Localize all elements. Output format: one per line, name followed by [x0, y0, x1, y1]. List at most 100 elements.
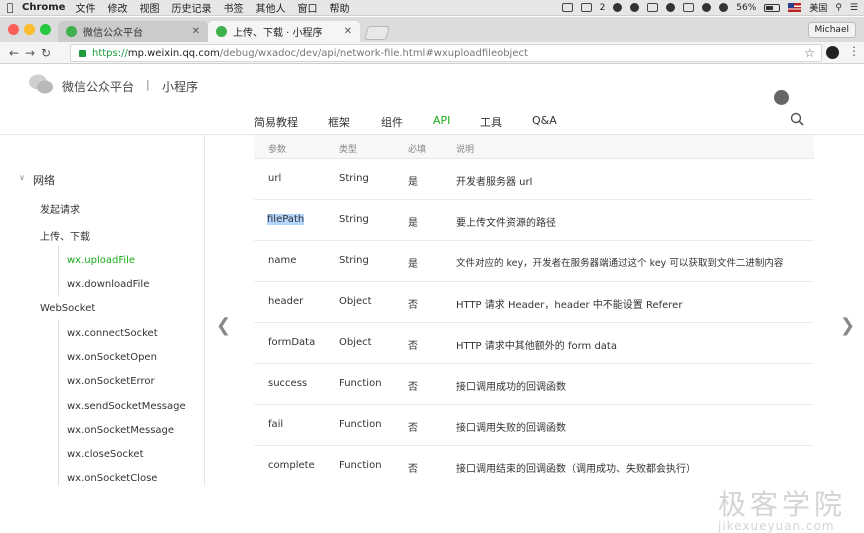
menu-view[interactable]: 视图: [139, 0, 159, 15]
table-row: filePath String 是 要上传文件资源的路径: [254, 201, 814, 241]
sidebar-item-upload-download[interactable]: 上传、下载: [40, 228, 90, 243]
sidebar-section-network[interactable]: 网络: [33, 172, 55, 188]
cell-param-selected[interactable]: filePath: [267, 214, 305, 225]
mac-menubar:  Chrome 文件 修改 视图 历史记录 书签 其他人 窗口 帮助 2 56…: [0, 0, 864, 16]
nav-tutorial[interactable]: 简易教程: [254, 114, 298, 130]
close-window-button[interactable]: [8, 24, 19, 35]
next-page-arrow-icon[interactable]: ❯: [840, 315, 855, 336]
wifi-icon[interactable]: [719, 3, 729, 12]
zoom-window-button[interactable]: [40, 24, 51, 35]
sidebar-item-onsocketclose[interactable]: wx.onSocketClose: [67, 473, 157, 484]
table-header: 参数 类型 必填 说明: [254, 135, 814, 159]
input-source[interactable]: 美国: [809, 1, 827, 14]
cell-required: 否: [408, 423, 418, 434]
platform-logo-text[interactable]: 微信公众平台: [62, 78, 134, 95]
cell-type: Function: [339, 378, 382, 389]
chrome-menu-icon[interactable]: ⋮: [848, 44, 860, 58]
sidebar-item-onsocketerror[interactable]: wx.onSocketError: [67, 376, 155, 387]
reload-icon[interactable]: ↻: [38, 46, 54, 60]
sidebar-item-connectsocket[interactable]: wx.connectSocket: [67, 328, 158, 339]
header-param: 参数: [268, 145, 287, 155]
menu-people[interactable]: 其他人: [255, 0, 285, 15]
screen-icon[interactable]: [561, 3, 573, 12]
tab-weixin-platform[interactable]: 微信公众平台 ✕: [58, 21, 208, 42]
new-tab-button[interactable]: [364, 26, 390, 40]
sidebar-item-websocket[interactable]: WebSocket: [40, 303, 95, 314]
url-path: /debug/wxadoc/dev/api/network-file.html#…: [219, 47, 528, 59]
adobe-icon[interactable]: [580, 3, 592, 12]
cell-param: name: [268, 255, 297, 266]
address-bar[interactable]: https:// mp.weixin.qq.com /debug/wxadoc/…: [70, 44, 822, 62]
cell-type: Function: [339, 460, 382, 471]
menu-help[interactable]: 帮助: [329, 0, 349, 15]
cell-type: String: [339, 255, 369, 266]
table-row: success Function 否 接口调用成功的回调函数: [254, 365, 814, 405]
menu-bookmarks[interactable]: 书签: [223, 0, 243, 15]
sidebar-item-onsocketmessage[interactable]: wx.onSocketMessage: [67, 425, 174, 436]
notification-count: 2: [599, 2, 606, 13]
close-tab-icon[interactable]: ✕: [192, 26, 200, 37]
cell-desc: 开发者服务器 url: [456, 177, 533, 188]
nav-qa[interactable]: Q&A: [532, 114, 557, 127]
menu-history[interactable]: 历史记录: [171, 0, 211, 15]
qq-icon[interactable]: [630, 3, 640, 12]
table-row: complete Function 否 接口调用结束的回调函数（调用成功、失败都…: [254, 447, 814, 487]
cell-desc: 接口调用失败的回调函数: [456, 423, 566, 434]
cell-desc: 文件对应的 key，开发者在服务器端通过这个 key 可以获取到文件二进制内容: [456, 258, 784, 269]
params-table: 参数 类型 必填 说明 url String 是 开发者服务器 url file…: [254, 135, 814, 486]
close-tab-icon[interactable]: ✕: [344, 26, 352, 37]
menu-window[interactable]: 窗口: [297, 0, 317, 15]
minimize-window-button[interactable]: [24, 24, 35, 35]
menu-edit[interactable]: 修改: [107, 0, 127, 15]
menu-file[interactable]: 文件: [75, 0, 95, 15]
sidebar-item-sendsocketmessage[interactable]: wx.sendSocketMessage: [67, 401, 186, 412]
cell-desc: HTTP 请求中其他额外的 form data: [456, 341, 617, 352]
apple-icon[interactable]: : [0, 1, 20, 14]
watermark-cn: 极客学院: [718, 488, 847, 521]
profile-button[interactable]: Michael: [807, 22, 856, 38]
watermark-en: jikexueyuan.com: [718, 519, 835, 533]
cell-desc: 接口调用结束的回调函数（调用成功、失败都会执行）: [456, 464, 696, 475]
list-icon[interactable]: ☰: [850, 3, 858, 13]
nav-framework[interactable]: 框架: [328, 114, 350, 130]
search-icon-spotlight[interactable]: ⚲: [835, 3, 842, 13]
forward-icon[interactable]: →: [22, 46, 38, 60]
extension-icon[interactable]: [826, 46, 839, 59]
battery-icon[interactable]: [764, 3, 781, 12]
timemachine-icon[interactable]: [702, 3, 712, 12]
cloud-icon[interactable]: [613, 3, 623, 12]
logo-separator: |: [146, 78, 150, 91]
cell-type: String: [339, 173, 369, 184]
wechat-logo-icon[interactable]: [28, 73, 54, 95]
back-icon[interactable]: ←: [6, 46, 22, 60]
prev-page-arrow-icon[interactable]: ❮: [216, 315, 231, 336]
sidebar-item-closesocket[interactable]: wx.closeSocket: [67, 449, 144, 460]
cell-param: success: [268, 378, 308, 389]
chevron-down-icon[interactable]: ∨: [19, 173, 25, 182]
miniprogram-title[interactable]: 小程序: [162, 78, 198, 95]
bookmark-star-icon[interactable]: ☆: [804, 46, 815, 60]
cursor-highlight-dot: [774, 90, 789, 105]
table-row: formData Object 否 HTTP 请求中其他额外的 form dat…: [254, 324, 814, 364]
search-icon[interactable]: [790, 112, 804, 126]
wechat-favicon-icon: [66, 26, 77, 37]
tab-title: 微信公众平台: [83, 28, 143, 39]
table-row: header Object 否 HTTP 请求 Header，header 中不…: [254, 283, 814, 323]
sidebar-item-downloadfile[interactable]: wx.downloadFile: [67, 279, 149, 290]
docker-icon[interactable]: [666, 3, 676, 12]
bluetooth-icon[interactable]: [683, 3, 695, 12]
lock-icon[interactable]: [79, 49, 86, 57]
sidebar-item-onsocketopen[interactable]: wx.onSocketOpen: [67, 352, 157, 363]
nav-api[interactable]: API: [433, 114, 450, 127]
nav-components[interactable]: 组件: [381, 114, 403, 130]
drive-icon[interactable]: [647, 3, 659, 12]
tab-upload-download[interactable]: 上传、下载 · 小程序 ✕: [208, 21, 360, 42]
cell-type: Function: [339, 419, 382, 430]
tab-title: 上传、下载 · 小程序: [233, 28, 323, 39]
nav-tools[interactable]: 工具: [480, 114, 502, 130]
cell-required: 否: [408, 300, 418, 311]
sidebar-item-uploadfile[interactable]: wx.uploadFile: [67, 255, 135, 266]
flag-icon[interactable]: [788, 3, 802, 12]
app-menu[interactable]: Chrome: [22, 2, 65, 13]
sidebar-item-request[interactable]: 发起请求: [40, 201, 80, 216]
